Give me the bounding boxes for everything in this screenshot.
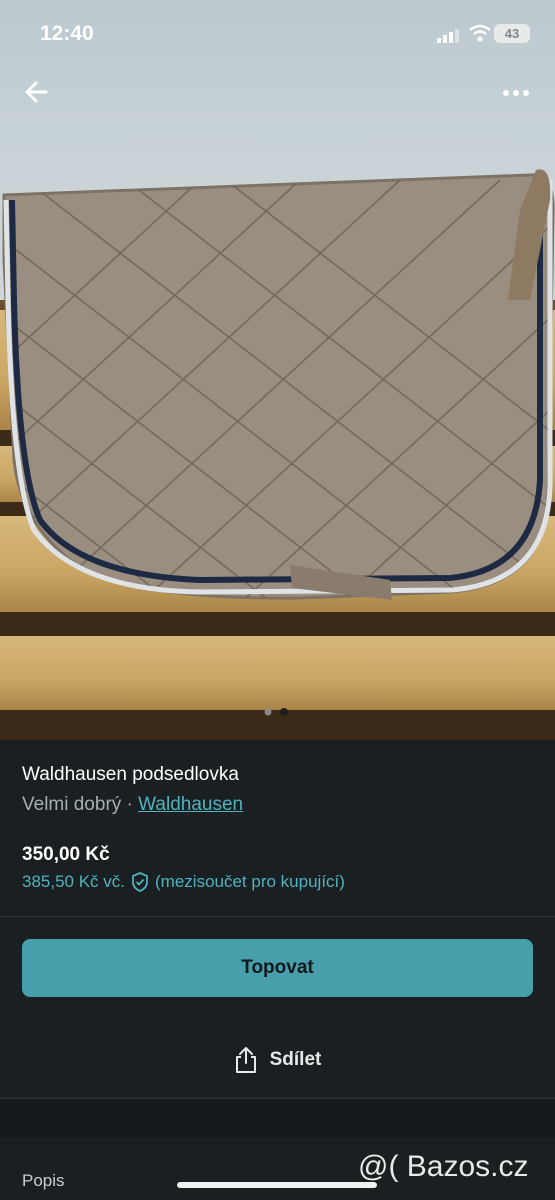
wifi-icon [469, 24, 491, 42]
subline-separator: · [121, 794, 139, 815]
status-time: 12:40 [40, 22, 94, 45]
carousel-indicator[interactable] [262, 706, 302, 718]
carousel-dot[interactable] [264, 708, 272, 716]
condition-label: Velmi dobrý [22, 794, 122, 815]
share-icon [235, 1047, 256, 1073]
share-button[interactable]: Sdílet [0, 1032, 555, 1088]
home-indicator[interactable] [177, 1182, 377, 1188]
section-spacer [0, 1099, 555, 1137]
status-bar: 12:40 43 [0, 0, 555, 66]
back-button[interactable] [20, 76, 56, 108]
battery-indicator: 43 [494, 24, 530, 43]
buyer-price: 385,50 Kč vč. [22, 872, 126, 891]
price: 350,00 Kč [22, 844, 110, 865]
back-arrow-icon [25, 81, 48, 103]
buyer-price-row[interactable]: 385,50 Kč vč. (mezisoučet pro kupující) [22, 872, 345, 892]
listing-title: Waldhausen podsedlovka [22, 764, 239, 785]
description-heading: Popis [22, 1171, 65, 1190]
cellular-signal-icon [437, 29, 459, 43]
topovat-button[interactable]: Topovat [22, 939, 533, 997]
divider [0, 916, 555, 917]
share-label: Sdílet [269, 1049, 322, 1070]
saddle-pad-image [2, 169, 555, 600]
buyer-note: (mezisoučet pro kupující) [155, 872, 345, 891]
more-options-button[interactable] [496, 78, 536, 108]
carousel-dot-active[interactable] [280, 708, 288, 716]
product-photo[interactable]: 12:40 43 [0, 0, 555, 740]
more-dots-icon [503, 90, 529, 96]
brand-link[interactable]: Waldhausen [138, 794, 243, 815]
shield-check-icon [132, 872, 148, 892]
listing-subline: Velmi dobrý · Waldhausen [22, 794, 243, 816]
watermark: @( Bazos.cz [358, 1150, 529, 1183]
